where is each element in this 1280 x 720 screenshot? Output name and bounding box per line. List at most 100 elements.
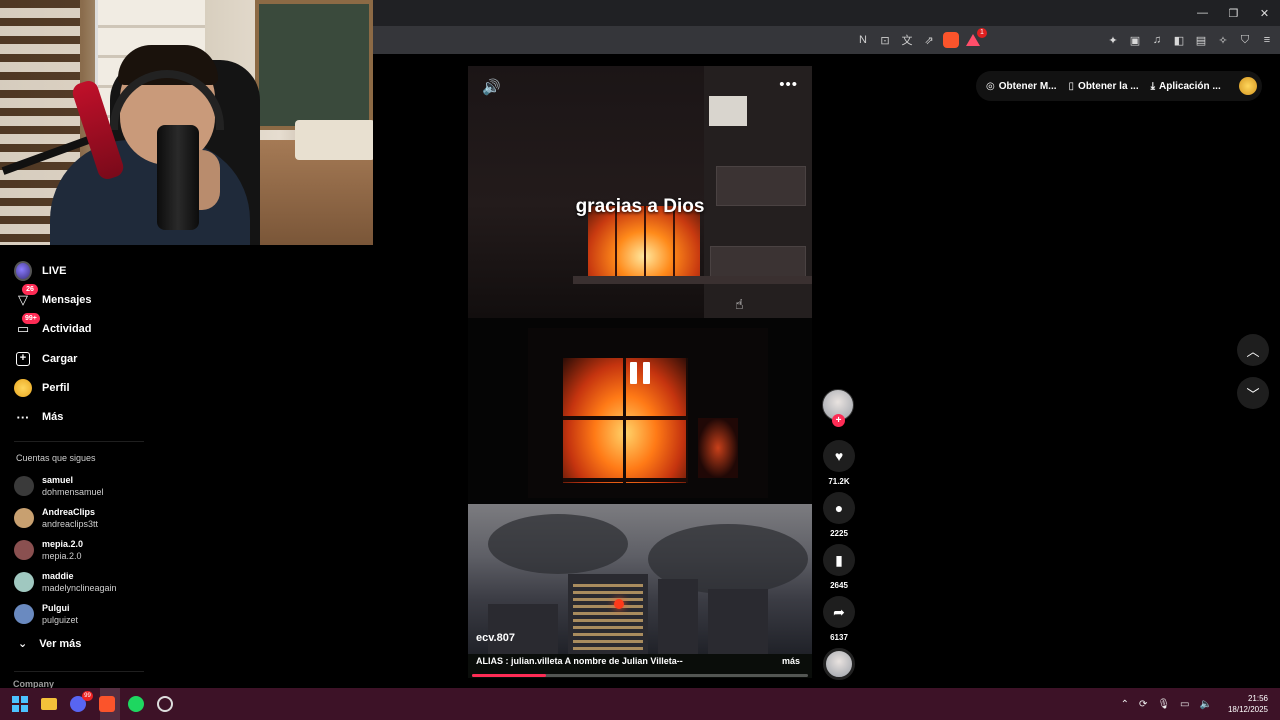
vpn-icon[interactable]: ⛉ (1238, 33, 1252, 47)
leo-ai-icon[interactable]: ✧ (1216, 33, 1230, 47)
file-explorer-button[interactable] (41, 696, 57, 712)
video-options-icon[interactable]: ••• (779, 76, 798, 93)
sidebar-item-activity[interactable]: ▭ 99+ Actividad (14, 313, 92, 340)
share-icon[interactable]: ⇗ (921, 32, 937, 48)
previous-video-button[interactable]: ︿ (1237, 334, 1269, 366)
taskbar: 99 ⌃ ⟳ 🎙 ▭ 🔈 21:56 18/12/2025 (0, 688, 1280, 720)
chevron-up-icon: ︿ (1246, 343, 1260, 359)
coin-icon: ◎ (986, 80, 995, 92)
windows-icon (12, 696, 28, 712)
upload-icon: + (14, 350, 32, 368)
system-tray: ⌃ ⟳ 🎙 ▭ 🔈 21:56 18/12/2025 (1121, 688, 1268, 720)
extension-toolbar: ✦ ▣ ♫ ◧ ▤ ✧ ⛉ ≡ (1106, 26, 1274, 54)
avatar (14, 508, 34, 528)
rewards-badge: 1 (977, 28, 987, 38)
spotify-button[interactable] (128, 696, 144, 712)
sidebar-item-label: Cargar (42, 353, 78, 365)
following-item[interactable]: AndreaClips andreaclips3tt (14, 506, 98, 530)
sidebar-item-upload[interactable]: + Cargar (14, 348, 77, 370)
avatar (14, 604, 34, 624)
restore-button[interactable]: ❐ (1218, 0, 1249, 26)
desktop-app-button[interactable]: ⤓ Aplicación ... (1151, 81, 1221, 92)
sidebar-item-live[interactable]: LIVE (14, 260, 66, 282)
get-app-button[interactable]: ▯ Obtener la ... (1069, 81, 1139, 92)
brave-icon (99, 696, 115, 712)
video-progress-bar[interactable] (472, 674, 808, 677)
wallet-icon[interactable]: ▤ (1194, 33, 1208, 47)
cast-icon[interactable]: ⊡ (877, 32, 893, 48)
network-icon[interactable]: ▭ (1180, 699, 1189, 710)
taskbar-apps: 99 (12, 688, 173, 720)
video-progress-fill (472, 674, 546, 677)
sidebar-item-label: Perfil (42, 382, 70, 394)
like-count: 71.2K (828, 477, 850, 486)
get-coins-button[interactable]: ◎ Obtener M... (986, 81, 1057, 92)
sidebar-item-more[interactable]: ··· Más (14, 406, 64, 428)
get-coins-label: Obtener M... (998, 80, 1057, 92)
description-more-link[interactable]: más (782, 656, 800, 666)
pause-icon[interactable] (630, 362, 650, 384)
activity-badge: 99+ (22, 313, 40, 324)
share-arrow-icon: ➦ (833, 603, 845, 620)
video-player[interactable]: gracias a Dios 🔊 ••• ecv.807 ALIAS : jul… (468, 66, 812, 678)
volume-icon[interactable]: 🔊 (482, 78, 501, 96)
like-button[interactable]: ♥ (823, 440, 855, 472)
avatar (14, 540, 34, 560)
obs-icon (157, 696, 173, 712)
following-item[interactable]: maddie madelynclineagain (14, 570, 117, 594)
sidebar: LIVE ▽ 26 Mensajes ▭ 99+ Actividad + Car… (0, 245, 160, 689)
chevron-down-icon: ⌄ (18, 638, 28, 650)
brave-rewards-icon[interactable]: 1 (965, 28, 987, 48)
video-author[interactable]: ecv.807 (476, 632, 515, 644)
desktop-app-label: Aplicación ... (1159, 80, 1221, 92)
follow-plus-button[interactable]: + (832, 414, 845, 427)
sidebar-item-label: Mensajes (42, 294, 92, 306)
media-control-icon[interactable]: ♫ (1150, 33, 1164, 47)
user-avatar[interactable] (1238, 77, 1257, 95)
start-button[interactable] (12, 696, 28, 712)
brave-button[interactable] (99, 696, 115, 712)
extensions-icon[interactable]: ✦ (1106, 33, 1120, 47)
comment-button[interactable]: ● (823, 492, 855, 524)
screenshot-icon[interactable]: ▣ (1128, 33, 1142, 47)
profile-icon (14, 379, 32, 397)
clock-date: 18/12/2025 (1227, 705, 1268, 714)
brave-shield-icon[interactable] (943, 32, 959, 48)
share-count: 6137 (830, 633, 848, 642)
download-icon: ⤓ (1150, 80, 1156, 92)
close-button[interactable]: ✕ (1249, 0, 1280, 26)
avatar (14, 476, 34, 496)
sync-icon[interactable]: ⟳ (1139, 699, 1147, 710)
following-item[interactable]: samuel dohmensamuel (14, 474, 104, 498)
tray-expand-icon[interactable]: ⌃ (1121, 699, 1129, 710)
microphone-icon[interactable]: 🎙 (1157, 699, 1170, 710)
following-item[interactable]: mepia.2.0 mepia.2.0 (14, 538, 83, 562)
sidebar-item-label: Más (42, 411, 64, 423)
comment-icon: ● (834, 500, 844, 516)
sidebar-item-label: LIVE (42, 265, 67, 277)
sound-avatar[interactable] (823, 648, 855, 680)
obs-button[interactable] (157, 696, 173, 712)
sidebar-toggle-icon[interactable]: ◧ (1172, 33, 1186, 47)
translate-icon[interactable]: 文 (899, 32, 915, 48)
speaker-icon[interactable]: 🔈 (1200, 699, 1212, 710)
next-video-button[interactable]: ﹀ (1237, 377, 1269, 409)
menu-icon[interactable]: ≡ (1260, 33, 1274, 47)
minimize-button[interactable]: — (1187, 0, 1218, 26)
following-name: AndreaClips (42, 507, 96, 517)
following-item[interactable]: Pulgui pulguizet (14, 602, 78, 626)
video-frame-bottom (468, 504, 812, 678)
sidebar-item-messages[interactable]: ▽ 26 Mensajes (14, 284, 92, 311)
following-username: andreaclips3tt (42, 519, 99, 529)
mouse-cursor-icon: ☝ (735, 296, 744, 312)
share-button[interactable]: ➦ (823, 596, 855, 628)
discord-button[interactable]: 99 (70, 691, 93, 712)
sidebar-item-label: Actividad (42, 323, 92, 335)
sidebar-item-profile[interactable]: Perfil (14, 377, 70, 399)
clock[interactable]: 21:56 18/12/2025 (1228, 693, 1268, 715)
spotify-icon (128, 696, 144, 712)
reader-mode-icon[interactable]: N (855, 32, 871, 48)
see-more-button[interactable]: ⌄ Ver más (18, 637, 81, 651)
following-name: maddie (42, 571, 74, 581)
save-button[interactable]: ▮ (823, 544, 855, 576)
